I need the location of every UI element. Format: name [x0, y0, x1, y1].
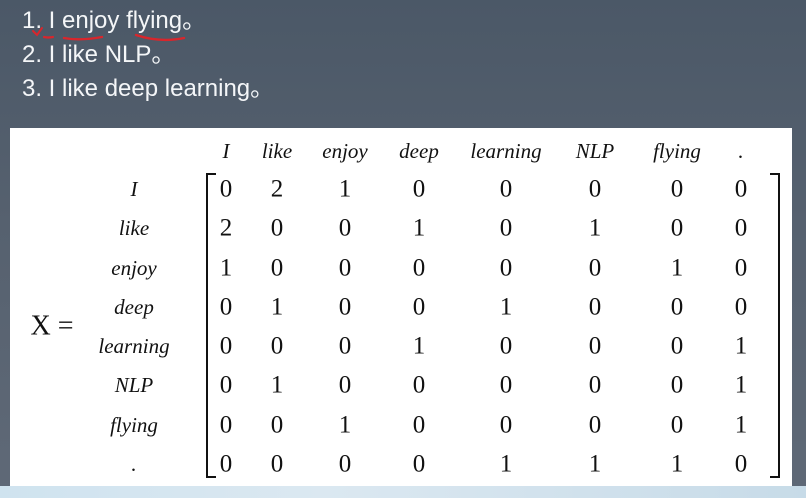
row-header: . — [131, 452, 136, 476]
sentence-list: 1. I enjoy flying。 2. I like NLP。 3. I l… — [22, 4, 274, 106]
matrix-cell: 1 — [735, 333, 748, 360]
matrix-cell: 1 — [735, 372, 748, 399]
matrix-cell: 0 — [339, 215, 352, 242]
matrix-cell: 0 — [220, 176, 233, 203]
matrix-cell: 0 — [589, 255, 602, 282]
matrix-cell: 0 — [671, 215, 684, 242]
matrix-cell: 0 — [735, 215, 748, 242]
matrix-cell: 0 — [339, 255, 352, 282]
matrix-cell: 0 — [735, 451, 748, 478]
column-header: learning — [470, 139, 541, 163]
row-header: I — [130, 177, 139, 201]
sentence-1: 1. I enjoy flying。 — [22, 7, 207, 34]
matrix-cell: 0 — [500, 372, 513, 399]
matrix-cell: 0 — [413, 255, 426, 282]
matrix-cell: 0 — [500, 215, 513, 242]
matrix-cell: 0 — [589, 176, 602, 203]
matrix-cell: 0 — [500, 412, 513, 439]
matrix-cell: 1 — [589, 215, 602, 242]
matrix-cell: 1 — [220, 255, 233, 282]
matrix-cell: 0 — [339, 372, 352, 399]
row-header: NLP — [114, 373, 154, 397]
column-header: enjoy — [322, 139, 368, 163]
matrix-cell: 0 — [589, 412, 602, 439]
matrix-cell: 1 — [339, 176, 352, 203]
matrix-cell: 1 — [271, 372, 284, 399]
matrix-cell: 1 — [339, 412, 352, 439]
sentence-3: 3. I like deep learning。 — [22, 75, 275, 102]
row-header: deep — [114, 295, 154, 319]
matrix-cell: 0 — [271, 255, 284, 282]
matrix-cell: 2 — [271, 176, 284, 203]
column-header: NLP — [575, 139, 615, 163]
matrix-cell: 0 — [271, 215, 284, 242]
matrix-cell: 0 — [735, 255, 748, 282]
matrix-cell: 0 — [413, 294, 426, 321]
row-header: enjoy — [111, 256, 157, 280]
matrix-cell: 1 — [271, 294, 284, 321]
matrix-cell: 0 — [671, 294, 684, 321]
column-header: . — [738, 139, 743, 163]
matrix-cell: 1 — [671, 255, 684, 282]
co-occurrence-matrix: X = I like enjoy deep learning NLP flying . Ilike… — [30, 139, 780, 478]
matrix-cell: 0 — [271, 451, 284, 478]
matrix-cell: 1 — [671, 451, 684, 478]
matrix-cell: 0 — [220, 294, 233, 321]
matrix-cell: 0 — [220, 372, 233, 399]
matrix-cell: 0 — [413, 412, 426, 439]
matrix-cell: 0 — [271, 412, 284, 439]
matrix-cell: 0 — [735, 294, 748, 321]
matrix-cell: 0 — [589, 333, 602, 360]
matrix-cell: 0 — [500, 176, 513, 203]
matrix-cell: 0 — [589, 294, 602, 321]
matrix-cell: 0 — [339, 294, 352, 321]
column-header: flying — [653, 139, 701, 163]
matrix-cell: 0 — [413, 372, 426, 399]
matrix-panel: X = Ilike enjoy deep learning NLP flying. Ilike… — [10, 128, 792, 490]
matrix-cell: 1 — [500, 451, 513, 478]
matrix-cell: 1 — [413, 215, 426, 242]
row-header: like — [119, 216, 149, 240]
matrix-cell: 0 — [339, 451, 352, 478]
matrix-cell: 1 — [500, 294, 513, 321]
matrix-cell: 0 — [500, 255, 513, 282]
bottom-strip — [0, 486, 806, 498]
right-bracket — [770, 173, 780, 478]
matrix-cell: 0 — [671, 176, 684, 203]
matrix-cell: 0 — [589, 372, 602, 399]
matrix-cell: 0 — [413, 176, 426, 203]
row-header: learning — [98, 334, 169, 358]
matrix-cell: 0 — [735, 176, 748, 203]
column-header: deep — [399, 139, 439, 163]
matrix-cell: 0 — [339, 333, 352, 360]
matrix-cell: 0 — [671, 412, 684, 439]
matrix-label: X = — [30, 311, 73, 342]
matrix-cell: 0 — [220, 333, 233, 360]
matrix-cell: 1 — [413, 333, 426, 360]
matrix-cell: 0 — [500, 333, 513, 360]
matrix-cell: 1 — [589, 451, 602, 478]
matrix-cell: 0 — [671, 372, 684, 399]
matrix-cell: 0 — [413, 451, 426, 478]
matrix-cell: 0 — [220, 412, 233, 439]
sentence-2: 2. I like NLP。 — [22, 41, 176, 68]
left-bracket — [206, 173, 216, 478]
matrix-cell: 2 — [220, 215, 233, 242]
column-header: like — [262, 139, 292, 163]
matrix-cell: 0 — [220, 451, 233, 478]
matrix-cell: 1 — [735, 412, 748, 439]
matrix-cell: 0 — [271, 333, 284, 360]
row-header: flying — [110, 413, 158, 437]
column-header: I — [222, 139, 231, 163]
matrix-cell: 0 — [671, 333, 684, 360]
